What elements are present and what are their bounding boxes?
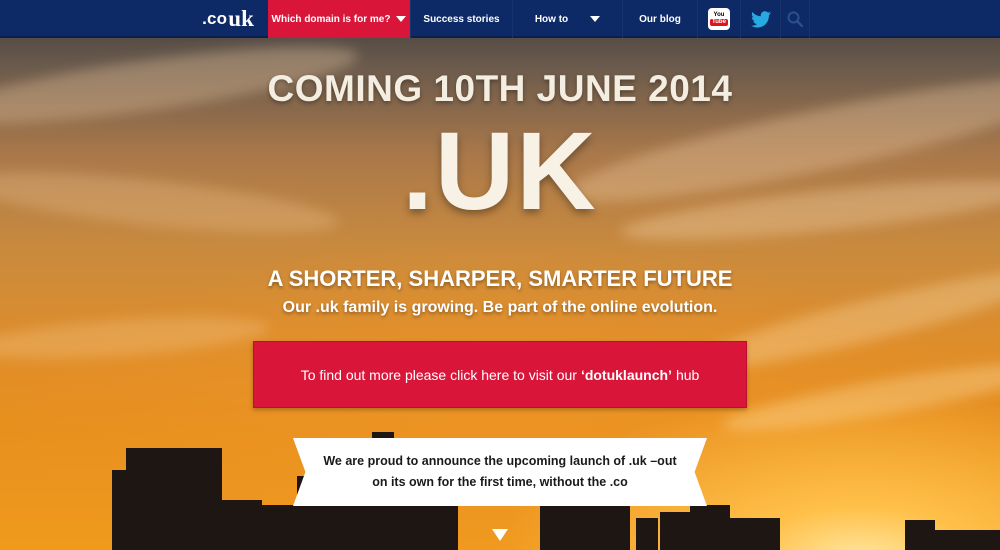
youtube-link[interactable]: You Tube [697,0,740,38]
tagline-subheading: Our .uk family is growing. Be part of th… [282,299,718,316]
twitter-icon [750,10,771,27]
cta-suffix-text: hub [675,366,700,383]
nav-success-stories[interactable]: Success stories [410,0,512,38]
nav-success-stories-label: Success stories [423,13,500,25]
launch-date-heading: COMING 10TH JUNE 2014 [267,68,733,109]
nav-how-to-label: How to [534,13,569,25]
uk-domain-title: .UK [402,110,598,233]
announcement-ribbon: We are proud to announce the upcoming la… [293,438,707,506]
site-logo[interactable]: .co uk [188,0,268,38]
top-navigation-bar: .co uk Which domain is for me? Success st… [0,0,1000,38]
nav-our-blog[interactable]: Our blog [622,0,697,38]
cta-highlight-text: ‘dotuklaunch’ [580,366,672,383]
search-button[interactable] [780,0,810,38]
nav-our-blog-label: Our blog [639,13,681,25]
youtube-icon-bottom-text: Tube [710,19,728,26]
logo-uk-text: uk [228,6,254,31]
chevron-down-icon [590,16,601,22]
nav-how-to[interactable]: How to [512,0,622,38]
youtube-icon-top-text: You [713,12,725,18]
logo-co-text: .co [202,9,228,28]
tagline-heading: A SHORTER, SHARPER, SMARTER FUTURE [267,266,733,291]
scroll-down-arrow-icon[interactable] [492,529,508,541]
cta-prefix-text: To find out more please click here to vi… [300,366,577,383]
twitter-link[interactable] [740,0,780,38]
nav-which-domain[interactable]: Which domain is for me? [268,0,410,38]
dotuklaunch-hub-button[interactable]: To find out more please click here to vi… [253,341,747,408]
nav-which-domain-label: Which domain is for me? [271,13,391,25]
youtube-icon: You Tube [708,8,730,30]
search-icon [787,11,803,27]
chevron-down-icon [396,16,407,22]
announcement-text: We are proud to announce the upcoming la… [323,454,677,489]
